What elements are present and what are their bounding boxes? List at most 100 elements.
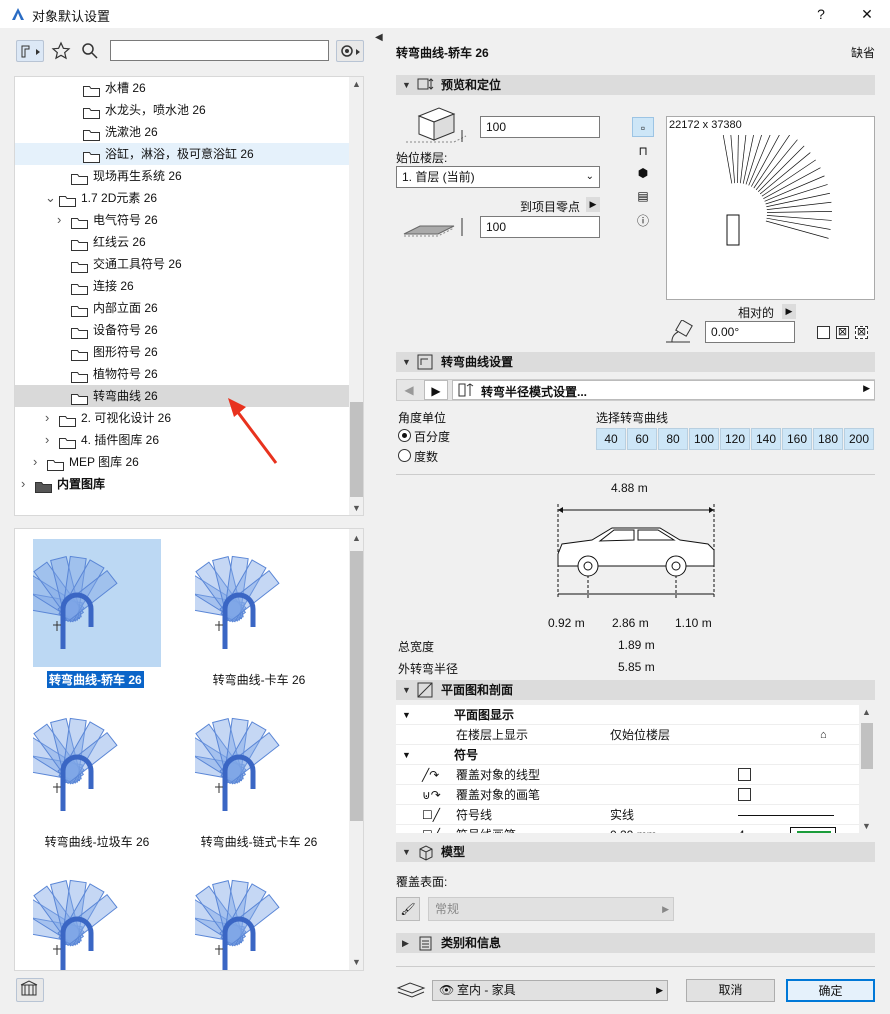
section-model-header[interactable]: ▼ 模型 <box>396 842 875 862</box>
unit-percent-radio[interactable] <box>398 429 411 442</box>
property-value[interactable]: 仅始位楼层 <box>610 725 670 745</box>
thumbs-scrollbar[interactable]: ▲ ▼ <box>349 529 363 970</box>
pen-number[interactable]: 4 <box>738 825 745 833</box>
tree-item[interactable]: › 内置图库 <box>15 473 349 495</box>
thumbnail-label[interactable]: 转弯曲线-卡车 26 <box>181 671 337 688</box>
ok-button[interactable]: 确定 <box>786 979 875 1002</box>
group-collapse-icon[interactable]: ▼ <box>402 705 411 725</box>
tree-item[interactable]: 内部立面 26 <box>15 297 349 319</box>
tree-item[interactable]: 植物符号 26 <box>15 363 349 385</box>
property-row[interactable]: 在楼层上显示 仅始位楼层 ⌂ <box>396 725 859 745</box>
tree-item[interactable]: 连接 26 <box>15 275 349 297</box>
thumbnail[interactable] <box>179 539 323 667</box>
height-input[interactable]: 100 <box>480 116 600 138</box>
tree-item[interactable]: 图形符号 26 <box>15 341 349 363</box>
override-checkbox[interactable] <box>738 788 751 801</box>
curve-option-button[interactable]: 80 <box>658 428 688 450</box>
thumbs-scroll-thumb[interactable] <box>350 551 363 821</box>
section-preview-header[interactable]: ▼ 预览和定位 <box>396 75 875 95</box>
property-value[interactable]: 实线 <box>610 805 634 825</box>
tree-item[interactable]: 水龙头，喷水池 26 <box>15 99 349 121</box>
collapse-chevron-icon[interactable]: › <box>45 407 55 429</box>
curve-option-button[interactable]: 200 <box>844 428 874 450</box>
property-value[interactable]: 0.20 mm <box>610 825 657 833</box>
tree-item[interactable]: 现场再生系统 26 <box>15 165 349 187</box>
plan-scroll-thumb[interactable] <box>861 723 873 769</box>
rotation-angle-input[interactable]: 0.00° <box>705 321 795 343</box>
thumbnail[interactable] <box>17 539 161 667</box>
thumbnail-label[interactable]: 转弯曲线-轿车 26 <box>47 671 144 688</box>
search-input[interactable] <box>110 40 329 61</box>
thumbnail-label[interactable]: 转弯曲线-链式卡车 26 <box>181 833 337 850</box>
favorite-star-icon[interactable] <box>50 40 72 62</box>
surface-select[interactable]: 常规 ▶ <box>428 897 674 921</box>
curve-option-button[interactable]: 60 <box>627 428 657 450</box>
property-row[interactable]: ▼ 平面图显示 <box>396 705 859 725</box>
thumbnail[interactable] <box>179 701 323 829</box>
layer-select[interactable]: 👁 室内 - 家具 ▶ <box>432 980 668 1001</box>
tree-item[interactable]: › 电气符号 26 <box>15 209 349 231</box>
section-category-header[interactable]: ▶ 类别和信息 <box>396 933 875 953</box>
tree-item[interactable]: 转弯曲线 26 <box>15 385 349 407</box>
property-row[interactable]: 覆盖对象的画笔 ⊍↷ <box>396 785 859 805</box>
cancel-button[interactable]: 取消 <box>686 979 775 1002</box>
to-project-zero-button[interactable]: ▶ <box>586 197 600 212</box>
thumbnail[interactable] <box>17 863 161 970</box>
mirror-xy-checkbox[interactable]: ⊠ <box>855 326 868 339</box>
search-icon[interactable] <box>80 41 100 61</box>
tree-scrollbar[interactable]: ▲ ▼ <box>349 77 363 515</box>
curve-option-button[interactable]: 100 <box>689 428 719 450</box>
close-button[interactable]: ✕ <box>852 4 882 24</box>
preview-elevation-button[interactable]: ▤ <box>632 186 654 206</box>
relative-button[interactable]: ▶ <box>782 304 796 319</box>
tree-item[interactable]: 设备符号 26 <box>15 319 349 341</box>
tree-item[interactable]: › 4. 插件图库 26 <box>15 429 349 451</box>
unit-degree-radio[interactable] <box>398 449 411 462</box>
thumbnail-label[interactable]: 转弯曲线-垃圾车 26 <box>19 833 175 850</box>
tree-item[interactable]: ⌄ 1.7 2D元素 26 <box>15 187 349 209</box>
preview-plan-button[interactable]: ▫ <box>632 117 654 137</box>
property-row[interactable]: 符号线 实线 ☐╱ <box>396 805 859 825</box>
pen-color-swatch[interactable] <box>790 827 836 833</box>
section-settings-header[interactable]: ▼ 转弯曲线设置 <box>396 352 875 372</box>
mirror-x-checkbox[interactable]: ⊠ <box>836 326 849 339</box>
help-button[interactable]: ? <box>806 4 836 24</box>
next-page-button[interactable]: ▶ <box>424 380 448 400</box>
surface-override-button[interactable]: 🖌 <box>396 897 420 921</box>
collapse-chevron-icon[interactable]: › <box>33 451 43 473</box>
property-row[interactable]: ▼ 符号 <box>396 745 859 765</box>
curve-option-button[interactable]: 140 <box>751 428 781 450</box>
preview-section-button[interactable]: ⊓ <box>632 141 654 161</box>
settings-page-select[interactable]: 转弯半径模式设置... ▶ <box>452 380 875 400</box>
curve-option-button[interactable]: 160 <box>782 428 812 450</box>
preview-info-button[interactable]: ⓘ <box>632 211 654 231</box>
curve-option-button[interactable]: 40 <box>596 428 626 450</box>
section-plan-header[interactable]: ▼ 平面图和剖面 <box>396 680 875 700</box>
tree-item[interactable]: 水槽 26 <box>15 77 349 99</box>
property-row[interactable]: 符号线画笔 0.20 mm 4 ☐╱ <box>396 825 859 833</box>
mirror-checkbox[interactable] <box>817 326 830 339</box>
collapse-chevron-icon[interactable]: › <box>57 209 67 231</box>
tree-item[interactable]: › MEP 图库 26 <box>15 451 349 473</box>
library-manager-button[interactable] <box>16 978 44 1002</box>
thumbnail[interactable] <box>17 701 161 829</box>
preview-3d-button[interactable]: ⬢ <box>632 163 654 183</box>
settings-button[interactable] <box>336 40 364 62</box>
collapse-chevron-icon[interactable]: › <box>21 473 31 495</box>
collapse-left-icon[interactable]: ◀ <box>375 32 383 43</box>
plan-scrollbar[interactable]: ▲ ▼ <box>859 705 875 833</box>
tree-item[interactable]: 交通工具符号 26 <box>15 253 349 275</box>
expand-chevron-icon[interactable]: ⌄ <box>45 187 56 209</box>
library-view-button[interactable] <box>16 40 44 62</box>
collapse-chevron-icon[interactable]: › <box>45 429 55 451</box>
prev-page-button[interactable]: ◀ <box>398 380 420 400</box>
override-checkbox[interactable] <box>738 768 751 781</box>
tree-item[interactable]: › 2. 可视化设计 26 <box>15 407 349 429</box>
curve-option-button[interactable]: 180 <box>813 428 843 450</box>
tree-item[interactable]: 红线云 26 <box>15 231 349 253</box>
offset-input[interactable]: 100 <box>480 216 600 238</box>
tree-item[interactable]: 洗漱池 26 <box>15 121 349 143</box>
tree-item[interactable]: 浴缸，淋浴，极可意浴缸 26 <box>15 143 349 165</box>
home-story-select[interactable]: 1. 首层 (当前) ⌄ <box>396 166 600 188</box>
property-row[interactable]: 覆盖对象的线型 ╱↷ <box>396 765 859 785</box>
